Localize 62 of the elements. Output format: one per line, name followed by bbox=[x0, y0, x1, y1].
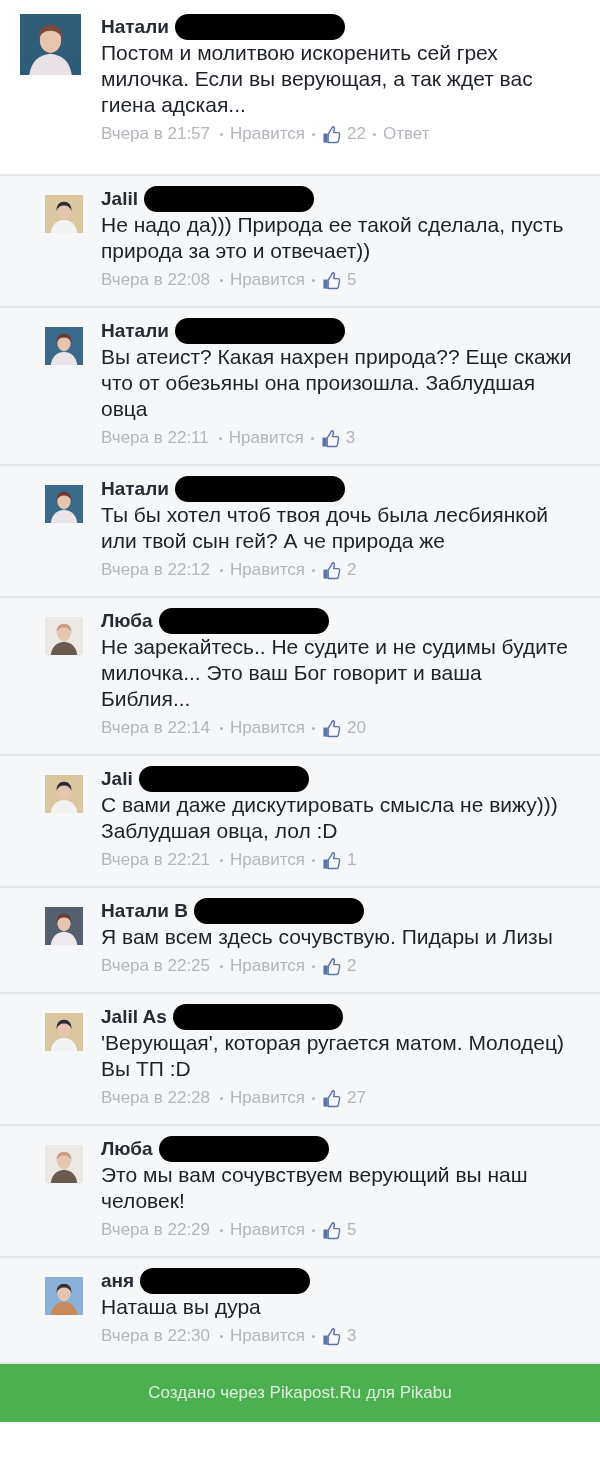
thumbs-up-icon bbox=[322, 1088, 342, 1108]
comment-text: Ты бы хотел чтоб твоя дочь была лесбиянкой или твой сын гей? А че природа же bbox=[101, 502, 550, 554]
like-count: 3 bbox=[345, 428, 356, 448]
footer-text: Создано через Pikapost.Ru для Pikabu bbox=[148, 1383, 452, 1403]
like-count: 1 bbox=[347, 850, 357, 870]
like-link[interactable]: Нравится bbox=[230, 1088, 306, 1108]
like-count: 27 bbox=[347, 1088, 366, 1108]
timestamp: Вчера в 22:11 bbox=[101, 428, 209, 448]
timestamp: Вчера в 22:12 bbox=[101, 560, 210, 580]
like-count: 3 bbox=[347, 1326, 357, 1346]
timestamp: Вчера в 22:21 bbox=[101, 850, 210, 870]
like-count: 2 bbox=[347, 956, 357, 976]
comment-text: С вами даже дискутировать смысла не вижу))) Заблудшая овца, лол :D bbox=[101, 792, 559, 844]
thumbs-up-icon bbox=[322, 1326, 342, 1346]
comment-text: Наташа вы дура bbox=[101, 1294, 262, 1320]
timestamp: Вчера в 22:25 bbox=[101, 956, 210, 976]
thumbs-up-icon bbox=[322, 1220, 342, 1240]
reply-link[interactable]: Ответ bbox=[382, 124, 430, 144]
timestamp: Вчера в 21:57 bbox=[101, 124, 210, 144]
like-link[interactable]: Нравится bbox=[230, 1326, 306, 1346]
thumbs-up-icon bbox=[322, 956, 342, 976]
thumbs-up-icon bbox=[322, 124, 342, 144]
like-count: 2 bbox=[347, 560, 357, 580]
timestamp: Вчера в 22:08 bbox=[101, 270, 210, 290]
like-count: 5 bbox=[347, 270, 357, 290]
comment-text: Не зарекайтесь.. Не судите и не судимы будите милочка... Это ваш Бог говорит и ваша Библия... bbox=[101, 634, 569, 712]
thumbs-up-icon bbox=[322, 560, 342, 580]
thumbs-up-icon bbox=[322, 718, 342, 738]
author-name[interactable]: Люба bbox=[101, 610, 153, 632]
like-link[interactable]: Нравится bbox=[228, 428, 304, 448]
timestamp: Вчера в 22:28 bbox=[101, 1088, 210, 1108]
author-name[interactable]: Jalil As bbox=[101, 1006, 167, 1028]
comment-text: Я вам всем здесь сочувствую. Пидары и Лизы bbox=[101, 924, 554, 950]
comment-text: Постом и молитвою искоренить сей грех милочка. Если вы верующая, а так ждет вас гиена адская... bbox=[101, 40, 534, 118]
like-link[interactable]: Нравится bbox=[230, 718, 306, 738]
author-name[interactable]: Jalil bbox=[101, 188, 138, 210]
like-count: 5 bbox=[347, 1220, 357, 1240]
author-name[interactable]: Натали bbox=[101, 320, 169, 342]
like-link[interactable]: Нравится bbox=[230, 1220, 306, 1240]
author-name[interactable]: Натали bbox=[101, 16, 169, 38]
thumbs-up-icon bbox=[320, 428, 340, 448]
thumbs-up-icon bbox=[322, 270, 342, 290]
comment-text: Вы атеист? Какая нахрен природа?? Еще скажи что от обезьяны она произошла. Заблудшая овца bbox=[101, 344, 573, 422]
comment-text: 'Верующая', которая ругается матом. Молодец) Вы ТП :D bbox=[101, 1030, 565, 1082]
like-link[interactable]: Нравится bbox=[230, 560, 306, 580]
author-name[interactable]: Jali bbox=[101, 768, 133, 790]
author-name[interactable]: Натали bbox=[101, 478, 169, 500]
author-name[interactable]: аня bbox=[101, 1270, 135, 1292]
timestamp: Вчера в 22:30 bbox=[101, 1326, 210, 1346]
like-count: 20 bbox=[347, 718, 366, 738]
like-link[interactable]: Нравится bbox=[230, 956, 306, 976]
timestamp: Вчера в 22:14 bbox=[101, 718, 210, 738]
like-count: 22 bbox=[347, 124, 366, 144]
like-link[interactable]: Нравится bbox=[230, 124, 306, 144]
author-name[interactable]: Натали В bbox=[101, 900, 188, 922]
like-link[interactable]: Нравится bbox=[230, 850, 306, 870]
timestamp: Вчера в 22:29 bbox=[101, 1220, 210, 1240]
comment-text: Не надо да))) Природа ее такой сделала, пусть природа за это и отвечает)) bbox=[101, 212, 565, 264]
thumbs-up-icon bbox=[322, 850, 342, 870]
like-link[interactable]: Нравится bbox=[230, 270, 306, 290]
comment-text: Это мы вам сочувствуем верующий вы наш человек! bbox=[101, 1162, 529, 1214]
author-name[interactable]: Люба bbox=[101, 1138, 153, 1160]
